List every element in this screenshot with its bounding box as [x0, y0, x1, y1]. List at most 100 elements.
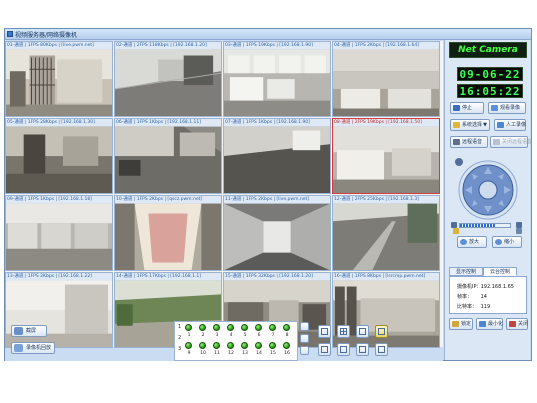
minimize-button[interactable]: 最小化 [476, 318, 503, 330]
wiper-icon[interactable] [516, 228, 522, 234]
camera-tile-7[interactable]: 07-通道 | 1FPS 1Kbps | [192.168.1.90] [223, 118, 331, 194]
stop-button[interactable]: 停止 [450, 102, 484, 114]
channel-dot-4[interactable] [227, 324, 234, 331]
zoom-out-button[interactable]: 缩小 [492, 236, 522, 248]
channel-dot-7[interactable] [269, 324, 276, 331]
camera-caption: 07-通道 | 1FPS 1Kbps | [192.168.1.90] [224, 119, 330, 126]
remote-speak-button[interactable]: 远程语音 [450, 136, 488, 148]
layout-1x1-button[interactable] [318, 325, 331, 338]
channel-number: 5 [243, 333, 247, 338]
camera-tile-2[interactable]: 02-通道 | 2FPS 118Kbps | [192.168.1.20] [114, 41, 222, 117]
camera-caption: 02-通道 | 2FPS 118Kbps | [192.168.1.20] [115, 42, 221, 49]
control-tabs: 显示控制 云台控制 [449, 267, 527, 276]
channel-dot-9[interactable] [185, 342, 192, 349]
layout-4x4-icon [378, 328, 385, 335]
camera-info-box: 摄像机IP： 192.168.1.65 帧率： 14 比特率： 119 [449, 276, 527, 314]
channel-dot-11[interactable] [213, 342, 220, 349]
screenshot-label: 截屏 [26, 328, 37, 334]
record-playback-label: 录像机回放 [26, 345, 52, 351]
channel-dot-12[interactable] [227, 342, 234, 349]
row-label: 3 [178, 346, 182, 352]
system-select-button[interactable]: 系统选择 ▼ [450, 119, 490, 131]
lock-button[interactable]: 锁定 [449, 318, 473, 330]
camera-tile-5[interactable]: 05-通道 | 1FPS 28Kbps | [192.168.1.30] [5, 118, 113, 194]
fps-label: 帧率： [457, 294, 473, 300]
light-icon[interactable] [453, 228, 459, 234]
layout-8-button[interactable] [375, 343, 388, 356]
info-row-ip: 摄像机IP： 192.168.1.65 [457, 283, 514, 290]
camera-tile-8[interactable]: 08-通道 | 2FPS 19Kbps | [192.168.1.50] [332, 118, 440, 194]
stop-speak-button[interactable]: 关闭远程语音 [490, 136, 532, 148]
layout-2x2-button[interactable] [337, 325, 350, 338]
camera-feed-image [333, 49, 439, 116]
channel-dot-2[interactable] [199, 324, 206, 331]
camera-tile-10[interactable]: 10-通道 | 1FPS 2Kbps | [qscz.pwm.net] [114, 195, 222, 271]
camera-icon [14, 327, 23, 335]
camera-tile-9[interactable]: 09-通道 | 1FPS 1Kbps | [192.168.1.18] [5, 195, 113, 271]
camera-tile-1[interactable]: 01-通道 | 1FPS 80Kbps | [live.pwm.net] [5, 41, 113, 117]
layout-5-button[interactable] [318, 343, 331, 356]
camera-caption: 11-通道 | 1FPS 2Kbps | [live.pwm.net] [224, 196, 330, 203]
minimize-icon [479, 321, 486, 327]
tab-ptz-control[interactable]: 云台控制 [483, 267, 517, 276]
ptz-direction-pad[interactable] [458, 160, 518, 220]
camera-caption: 03-通道 | 1FPS 19Kbps | [192.168.1.90] [224, 42, 330, 49]
grid-line [340, 331, 347, 332]
camera-feed-image [6, 280, 112, 347]
channel-dot-15[interactable] [269, 342, 276, 349]
channel-dot-16[interactable] [283, 342, 290, 349]
camera-feed-image [6, 203, 112, 270]
screenshot-button[interactable]: 截屏 [11, 325, 47, 337]
layout-6-button[interactable] [337, 343, 350, 356]
mute-icon[interactable] [300, 334, 309, 343]
layout-3x3-button[interactable] [356, 325, 369, 338]
layout-4x4-button[interactable] [375, 325, 388, 338]
channel-number: 16 [284, 351, 290, 356]
tab-display-control[interactable]: 显示控制 [449, 267, 483, 276]
channel-dot-14[interactable] [255, 342, 262, 349]
ptz-speed-slider[interactable] [459, 223, 511, 228]
channel-dot-8[interactable] [283, 324, 290, 331]
camera-feed-image [6, 126, 112, 193]
record-playback-button[interactable]: 录像机回放 [11, 342, 55, 354]
camera-tile-3[interactable]: 03-通道 | 1FPS 19Kbps | [192.168.1.90] [223, 41, 331, 117]
zoom-out-icon [495, 239, 502, 245]
channel-number: 6 [257, 333, 261, 338]
manual-record-button[interactable]: 人工录像 [494, 119, 526, 131]
fps-value: 14 [480, 294, 487, 300]
title-bar: 视频服务器/网络摄像机 [5, 29, 531, 40]
bitrate-label: 比特率： [457, 304, 478, 310]
channel-number: 10 [200, 351, 206, 356]
layout-5-icon [321, 346, 328, 353]
app-icon [7, 31, 13, 37]
channel-dot-13[interactable] [241, 342, 248, 349]
channel-dot-10[interactable] [199, 342, 206, 349]
camera-tile-6[interactable]: 06-通道 | 1FPS 1Kbps | [192.168.1.11] [114, 118, 222, 194]
zoom-in-button[interactable]: 放大 [457, 236, 487, 248]
channel-dot-6[interactable] [255, 324, 262, 331]
camera-caption: 15-通道 | 1FPS 32Kbps | [192.168.1.20] [224, 273, 330, 280]
camera-caption: 12-通道 | 2FPS 25Kbps | [192.168.1.3] [333, 196, 439, 203]
channel-select-panel: 1 2 3 1 2 3 4 5 6 7 8 9 10 11 12 13 14 1… [174, 321, 298, 361]
camera-caption: 09-通道 | 1FPS 1Kbps | [192.168.1.18] [6, 196, 112, 203]
view-record-button[interactable]: 观看录像 [488, 102, 526, 114]
zoom-in-label: 放大 [469, 239, 480, 245]
camera-caption: 13-通道 | 1FPS 2Kbps | [192.168.1.22] [6, 273, 112, 280]
channel-dot-1[interactable] [185, 324, 192, 331]
volume-icon[interactable] [300, 322, 309, 331]
settings-icon[interactable] [300, 346, 309, 355]
zoom-in-icon [460, 239, 467, 245]
channel-dot-5[interactable] [241, 324, 248, 331]
camera-tile-4[interactable]: 04-通道 | 1FPS 2Kbps | [192.168.1.64] [332, 41, 440, 117]
ip-label: 摄像机IP： [457, 284, 482, 290]
channel-number: 14 [256, 351, 262, 356]
camera-tile-11[interactable]: 11-通道 | 1FPS 2Kbps | [live.pwm.net] [223, 195, 331, 271]
close-button[interactable]: 关闭 [506, 318, 528, 330]
channel-dot-3[interactable] [213, 324, 220, 331]
manual-record-label: 人工录像 [506, 122, 527, 128]
camera-tile-12[interactable]: 12-通道 | 2FPS 25Kbps | [192.168.1.3] [332, 195, 440, 271]
chevron-down-icon: ▼ [483, 122, 487, 128]
info-row-bitrate: 比特率： 119 [457, 303, 490, 310]
view-record-label: 观看录像 [500, 105, 521, 111]
layout-7-button[interactable] [356, 343, 369, 356]
